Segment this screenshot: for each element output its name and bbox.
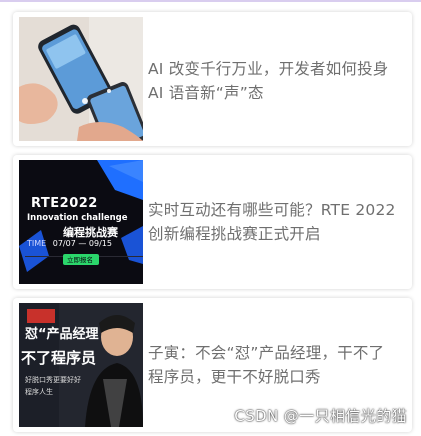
article-title-line-1: 子寅：不会“怼”产品经理，干不了: [148, 344, 385, 362]
rte-heading: 编程挑战赛: [63, 226, 118, 239]
article-card-1[interactable]: AI 改变千行万业，开发者如何投身 AI 语音新“声”态: [13, 12, 412, 146]
rte-badge: RTE2022: [31, 196, 98, 211]
article-title-line-1: 实时互动还有哪些可能？RTE 2022: [148, 201, 396, 219]
article-title-line-1: AI 改变千行万业，开发者如何投身: [148, 60, 389, 78]
article-title-line-2: AI 语音新“声”态: [148, 84, 264, 102]
rte-subtitle: Innovation challenge: [27, 213, 128, 223]
article-thumbnail-3[interactable]: 怼“产品经理 不了程序员 好脱口秀更要好好 程序人生: [19, 303, 143, 427]
rte-time: TIME 07/07 — 09/15: [27, 239, 112, 248]
article-title[interactable]: 子寅：不会“怼”产品经理，干不了 程序员，更干不好脱口秀: [148, 341, 406, 389]
rte-time-label: TIME: [27, 239, 47, 248]
article-title[interactable]: AI 改变千行万业，开发者如何投身 AI 语音新“声”态: [148, 57, 406, 105]
speaker-thumb-line-1: 怼“产品经理: [25, 327, 99, 342]
article-title-line-2: 程序员，更干不好脱口秀: [148, 368, 321, 386]
article-title-line-2: 创新编程挑战赛正式开启: [148, 225, 321, 243]
top-accent-line: [0, 0, 421, 2]
speaker-thumb-line-3: 好脱口秀更要好好: [25, 376, 81, 384]
article-thumbnail-1[interactable]: [19, 17, 143, 141]
article-thumbnail-2[interactable]: RTE2022 Innovation challenge 编程挑战赛 TIME …: [19, 160, 143, 284]
article-title[interactable]: 实时互动还有哪些可能？RTE 2022 创新编程挑战赛正式开启: [148, 198, 406, 246]
csdn-watermark: CSDN @一只相信光的猫: [234, 407, 407, 425]
speaker-thumb-line-4: 程序人生: [25, 388, 53, 396]
speaker-thumb-line-2: 不了程序员: [21, 349, 97, 367]
rte-cta-label: 立即报名: [67, 256, 93, 264]
article-card-2[interactable]: RTE2022 Innovation challenge 编程挑战赛 TIME …: [13, 155, 412, 289]
rte-dates: 07/07 — 09/15: [52, 239, 112, 248]
hand-phone-illustration: [19, 17, 143, 141]
